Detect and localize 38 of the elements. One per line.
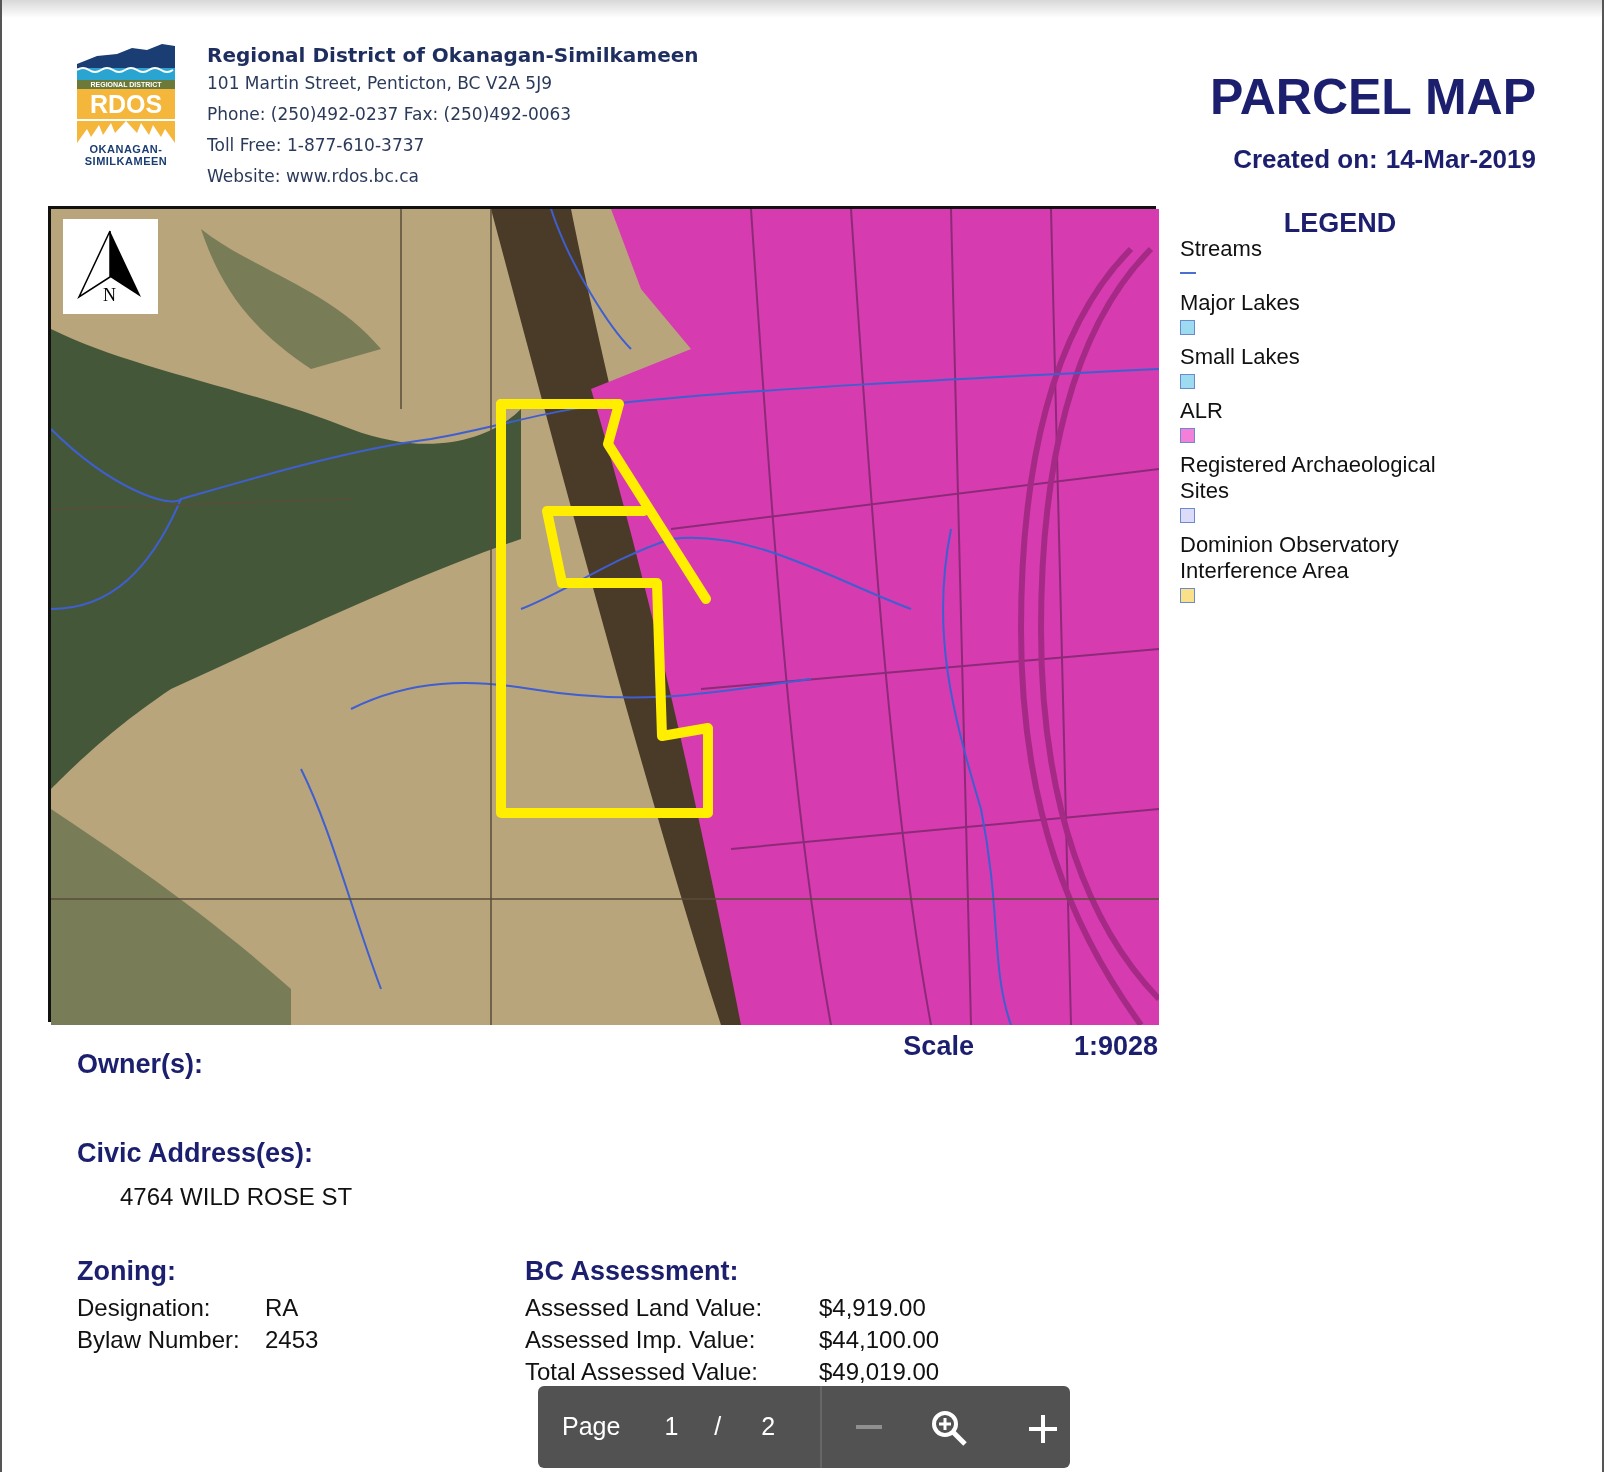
page-title: PARCEL MAP [1210, 68, 1536, 126]
zoning-value: RA [265, 1292, 299, 1323]
legend-label: Dominion Observatory Interference Area [1180, 532, 1400, 584]
page-label: Page [562, 1411, 621, 1443]
assessment-value: $44,100.00 [819, 1324, 940, 1355]
phone-text: Phone: (250)492-0237 Fax: (250)492-0063 [207, 103, 573, 126]
zoning-value: 2453 [265, 1324, 319, 1355]
legend-title: LEGEND [1282, 210, 1398, 236]
legend-label: Small Lakes [1180, 344, 1301, 370]
zoning-label: Bylaw Number: [77, 1324, 241, 1355]
civic-heading: Civic Address(es): [77, 1136, 315, 1170]
page-count: 2 [761, 1411, 776, 1443]
address-text: 101 Martin Street, Penticton, BC V2A 5J9 [207, 72, 553, 95]
assessment-value: $49,019.00 [819, 1356, 940, 1387]
owners-heading: Owner(s): [77, 1048, 203, 1081]
website-text: Website: www.rdos.bc.ca [207, 165, 420, 188]
legend-label: Major Lakes [1180, 290, 1301, 316]
created-label: Created on: [1233, 143, 1378, 176]
assessment-heading: BC Assessment: [525, 1255, 740, 1288]
zoning-label: Designation: [77, 1292, 212, 1323]
organization-name: Regional District of Okanagan-Similkameen [207, 42, 699, 68]
scale-value: 1:9028 [1073, 1030, 1158, 1063]
civic-address: 4764 WILD ROSE ST [120, 1182, 354, 1212]
assessment-value: $4,919.00 [819, 1292, 926, 1323]
zoom-in-icon [930, 1408, 968, 1447]
legend-label: Streams [1180, 236, 1263, 262]
minus-icon [856, 1425, 882, 1429]
page-separator: / [714, 1411, 722, 1443]
assessment-label: Assessed Imp. Value: [525, 1324, 757, 1355]
legend-label: ALR [1180, 398, 1224, 424]
current-page: 1 [664, 1411, 679, 1443]
assessment-label: Total Assessed Value: [525, 1356, 760, 1387]
zoning-heading: Zoning: [77, 1255, 177, 1288]
toll-free-text: Toll Free: 1-877-610-3737 [207, 134, 426, 157]
assessment-label: Assessed Land Value: [525, 1292, 764, 1323]
created-date: 14-Mar-2019 [1385, 143, 1536, 176]
legend-label: Registered Archaeological Sites [1180, 452, 1437, 504]
scale-label: Scale [903, 1030, 974, 1063]
